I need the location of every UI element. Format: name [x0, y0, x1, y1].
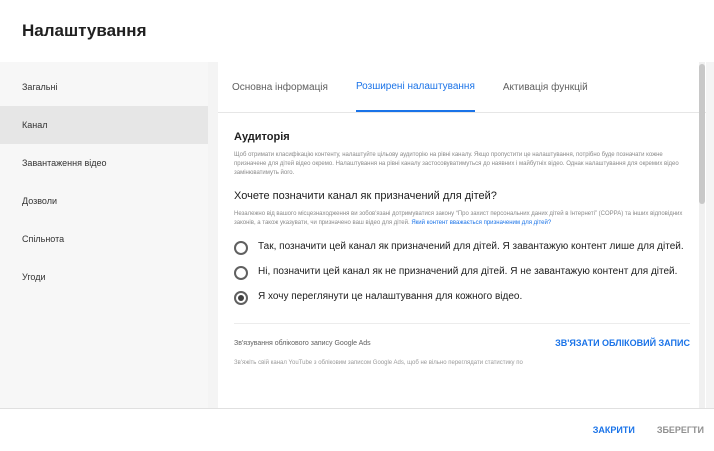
radio-per-video[interactable] — [234, 291, 248, 305]
save-button[interactable]: ЗБЕРЕГТИ — [657, 425, 704, 435]
panel-scrollbar[interactable] — [699, 62, 705, 409]
google-ads-label: Зв'язування облікового запису Google Ads — [234, 339, 371, 347]
radio-option-no[interactable]: Ні, позначити цей канал як не призначени… — [234, 265, 690, 280]
channel-panel: Основна інформація Розширені налаштуванн… — [218, 62, 706, 409]
content-area: Основна інформація Розширені налаштуванн… — [208, 62, 714, 409]
sidebar-item-agreements[interactable]: Угоди — [0, 258, 208, 296]
coppa-notice: Незалежно від вашого місцезнаходження ви… — [234, 210, 690, 228]
audience-description: Щоб отримати класифікацію контенту, нала… — [234, 152, 679, 176]
audience-section: Аудиторія Щоб отримати класифікацію конт… — [218, 113, 706, 366]
tab-feature-eligibility[interactable]: Активація функцій — [503, 62, 588, 112]
radio-option-yes[interactable]: Так, позначити цей канал як призначений … — [234, 240, 690, 255]
radio-yes[interactable] — [234, 241, 248, 255]
sidebar-item-permissions[interactable]: Дозволи — [0, 182, 208, 220]
sidebar-item-upload-defaults[interactable]: Завантаження відео — [0, 144, 208, 182]
sidebar-item-general[interactable]: Загальні — [0, 68, 208, 106]
settings-dialog: Налаштування Загальні Канал Завантаження… — [0, 0, 714, 451]
audience-heading: Аудиторія — [234, 131, 290, 143]
radio-option-per-video[interactable]: Я хочу переглянути це налаштування для к… — [234, 290, 690, 305]
google-ads-row: Зв'язування облікового запису Google Ads… — [234, 338, 690, 348]
scrollbar-thumb[interactable] — [699, 64, 705, 204]
google-ads-note: Зв'яжіть свій канал YouTube з обліковим … — [234, 360, 523, 366]
tab-basic-info[interactable]: Основна інформація — [232, 62, 328, 112]
section-divider — [234, 323, 690, 324]
dialog-body: Загальні Канал Завантаження відео Дозвол… — [0, 62, 714, 409]
sidebar-item-channel[interactable]: Канал — [0, 106, 208, 144]
made-for-kids-help-link[interactable]: Який контент вважається призначеним для … — [411, 220, 551, 226]
tab-advanced-settings[interactable]: Розширені налаштування — [355, 62, 475, 112]
radio-no[interactable] — [234, 266, 248, 280]
radio-yes-label: Так, позначити цей канал як призначений … — [258, 241, 684, 252]
link-account-button[interactable]: ЗВ'ЯЗАТИ ОБЛІКОВИЙ ЗАПИС — [555, 338, 690, 348]
tab-bar: Основна інформація Розширені налаштуванн… — [218, 62, 706, 113]
close-button[interactable]: ЗАКРИТИ — [593, 425, 635, 435]
sidebar-item-community[interactable]: Спільнота — [0, 220, 208, 258]
radio-no-label: Ні, позначити цей канал як не призначени… — [258, 266, 678, 277]
dialog-footer: ЗАКРИТИ ЗБЕРЕГТИ — [0, 408, 714, 451]
made-for-kids-question: Хочете позначити канал як призначений дл… — [234, 190, 497, 202]
radio-per-video-label: Я хочу переглянути це налаштування для к… — [258, 291, 523, 302]
dialog-header: Налаштування — [0, 0, 714, 63]
settings-sidebar: Загальні Канал Завантаження відео Дозвол… — [0, 62, 208, 409]
dialog-title: Налаштування — [22, 21, 147, 40]
